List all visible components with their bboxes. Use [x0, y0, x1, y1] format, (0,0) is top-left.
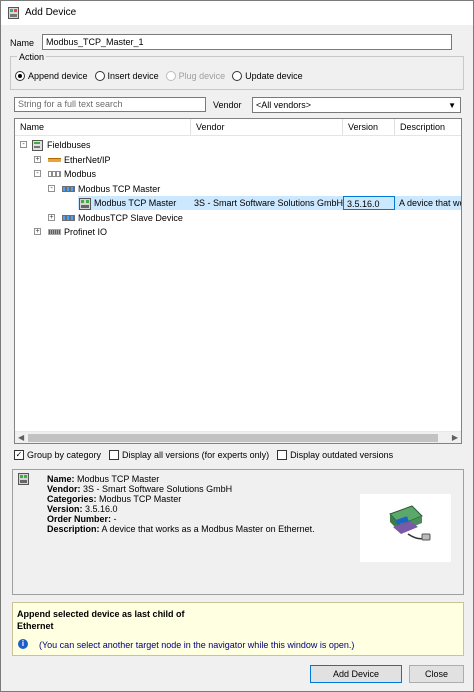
info-order-label: Order Number:	[47, 514, 112, 524]
name-input[interactable]: Modbus_TCP_Master_1	[42, 34, 452, 50]
device-info-panel: Name: Modbus TCP Master Vendor: 3S - Sma…	[12, 469, 464, 595]
append-device-label: Append device	[28, 71, 88, 81]
collapse-icon[interactable]: -	[48, 185, 55, 192]
name-label: Name	[10, 38, 35, 48]
append-info-line2: Ethernet	[17, 621, 54, 631]
checkbox-box	[109, 450, 120, 460]
tree-row-fieldbuses[interactable]: - Fieldbuses	[15, 138, 461, 152]
app-icon	[8, 7, 19, 19]
modbus-master-icon	[62, 186, 75, 192]
radio-dot	[15, 71, 25, 81]
tree-row-label: ModbusTCP Slave Device	[78, 213, 183, 223]
info-categories-value: Modbus TCP Master	[99, 494, 182, 504]
modbus-icon	[48, 171, 61, 177]
tree-row-label: Modbus	[64, 169, 97, 179]
scroll-right-icon[interactable]: ▶	[452, 433, 458, 442]
expand-icon[interactable]: +	[34, 228, 41, 235]
append-info-box: Append selected device as last child of …	[12, 602, 464, 656]
tree-row-label: Fieldbuses	[47, 140, 91, 150]
update-device-label: Update device	[245, 71, 303, 81]
tree-row-modbus-tcp-master-group[interactable]: - Modbus TCP Master	[15, 182, 461, 196]
column-header-vendor[interactable]: Vendor	[191, 119, 343, 135]
column-header-name[interactable]: Name	[15, 119, 191, 135]
tree-row-label: Modbus TCP Master	[78, 184, 161, 194]
add-device-window: Add Device Name Modbus_TCP_Master_1 Acti…	[0, 0, 474, 692]
modbus-device-picture	[389, 505, 431, 541]
scrollbar-thumb[interactable]	[28, 434, 438, 442]
plug-device-radio[interactable]: Plug device	[165, 71, 226, 81]
info-icon: i	[18, 639, 28, 649]
group-by-category-checkbox[interactable]: ✓ Group by category	[14, 450, 101, 460]
device-tree[interactable]: Name Vendor Version Description - Fieldb…	[14, 118, 462, 444]
tree-row-modbus-tcp-master-device[interactable]: Modbus TCP Master 3S - Smart Software So…	[15, 196, 461, 210]
append-device-radio[interactable]: Append device	[15, 71, 88, 81]
info-description-value: A device that works as a Modbus Master o…	[101, 524, 315, 534]
tree-row-label: Modbus TCP Master	[94, 198, 177, 208]
plug-device-label: Plug device	[178, 71, 226, 81]
action-legend: Action	[17, 52, 47, 62]
display-all-versions-checkbox[interactable]: Display all versions (for experts only)	[109, 450, 269, 460]
radio-dot	[165, 71, 176, 81]
column-header-version[interactable]: Version	[343, 119, 395, 135]
add-device-button[interactable]: Add Device	[310, 665, 402, 683]
checkmark-icon: ✓	[14, 450, 24, 460]
ethernet-ip-icon	[48, 158, 61, 162]
info-categories-label: Categories:	[47, 494, 97, 504]
window-title: Add Device	[25, 7, 77, 18]
tree-row-label: EtherNet/IP	[64, 155, 111, 165]
tree-row-modbustcp-slave-device[interactable]: + ModbusTCP Slave Device	[15, 211, 461, 225]
action-radios: Append device Insert device Plug device …	[15, 71, 310, 81]
close-button[interactable]: Close	[409, 665, 464, 683]
tree-row-ethernet-ip[interactable]: + EtherNet/IP	[15, 153, 461, 167]
display-outdated-versions-checkbox[interactable]: Display outdated versions	[277, 450, 393, 460]
device-image	[360, 494, 451, 562]
update-device-radio[interactable]: Update device	[232, 71, 303, 81]
tree-row-description: A device that wo	[399, 198, 462, 208]
column-header-description[interactable]: Description	[395, 119, 461, 135]
info-version-label: Version:	[47, 504, 83, 514]
info-order-value: -	[113, 514, 117, 524]
info-vendor-label: Vendor:	[47, 484, 81, 494]
info-name-label: Name:	[47, 474, 75, 484]
info-name-value: Modbus TCP Master	[77, 474, 160, 484]
profinet-icon	[48, 229, 61, 235]
append-info-line1: Append selected device as last child of	[17, 609, 185, 619]
info-description-label: Description:	[47, 524, 100, 534]
search-input[interactable]: String for a full text search	[14, 97, 206, 112]
modbus-slave-icon	[62, 215, 75, 221]
scroll-left-icon[interactable]: ◀	[18, 433, 24, 442]
checkbox-box	[277, 450, 288, 460]
vendor-selected-value: <All vendors>	[256, 100, 312, 110]
radio-dot	[94, 71, 105, 81]
fieldbus-icon	[32, 140, 43, 151]
info-version-value: 3.5.16.0	[85, 504, 118, 514]
info-vendor-value: 3S - Smart Software Solutions GmbH	[83, 484, 233, 494]
radio-dot	[232, 71, 243, 81]
expand-icon[interactable]: +	[48, 214, 55, 221]
tree-row-profinet-io[interactable]: + Profinet IO	[15, 225, 461, 239]
expand-icon[interactable]: +	[34, 156, 41, 163]
insert-device-radio[interactable]: Insert device	[94, 71, 159, 81]
vendor-select[interactable]: <All vendors> ▼	[252, 97, 461, 113]
chevron-down-icon: ▼	[448, 101, 456, 110]
vendor-label: Vendor	[213, 100, 242, 110]
tree-row-version[interactable]: 3.5.16.0	[343, 196, 395, 210]
header-divider	[15, 135, 461, 136]
device-icon	[79, 198, 91, 210]
display-all-versions-label: Display all versions (for experts only)	[122, 450, 270, 460]
collapse-icon[interactable]: -	[20, 141, 27, 148]
group-by-category-label: Group by category	[27, 450, 102, 460]
tree-row-vendor: 3S - Smart Software Solutions GmbH	[194, 198, 344, 208]
device-icon	[18, 473, 29, 485]
title-bar: Add Device	[1, 1, 473, 25]
tree-row-label: Profinet IO	[64, 227, 108, 237]
collapse-icon[interactable]: -	[34, 170, 41, 177]
display-outdated-versions-label: Display outdated versions	[290, 450, 394, 460]
append-info-note: (You can select another target node in t…	[39, 640, 355, 650]
insert-device-label: Insert device	[107, 71, 159, 81]
horizontal-scrollbar[interactable]: ◀ ▶	[15, 431, 461, 443]
tree-row-modbus[interactable]: - Modbus	[15, 167, 461, 181]
device-info-text: Name: Modbus TCP Master Vendor: 3S - Sma…	[47, 474, 315, 534]
display-options: ✓ Group by category Display all versions…	[14, 450, 401, 460]
